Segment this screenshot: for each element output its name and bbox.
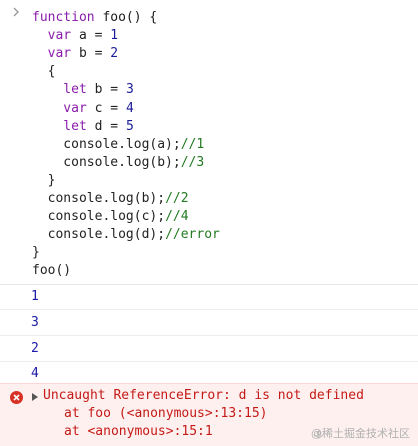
code-line: console.log(d);//error	[32, 226, 220, 244]
code-token: 2	[110, 46, 119, 62]
code-token: {	[32, 64, 56, 80]
code-line: {	[32, 63, 56, 81]
code-token: b =	[86, 82, 126, 98]
code-token: d =	[86, 118, 126, 134]
code-token: c =	[86, 100, 126, 116]
code-line: foo()	[32, 262, 71, 280]
code-token: let	[32, 82, 87, 98]
code-token: console.log(d);	[32, 227, 166, 243]
code-line: var b = 2	[32, 45, 118, 63]
code-line: }	[32, 172, 56, 190]
console-output-row[interactable]: 2	[0, 336, 418, 362]
code-token: console.log(c);	[32, 209, 166, 225]
stack-frame[interactable]: at foo (<anonymous>:13:15)	[64, 405, 268, 423]
code-line: console.log(b);//2	[32, 190, 189, 208]
code-token: function	[32, 10, 95, 25]
stack-frame[interactable]: at <anonymous>:15:1	[64, 423, 213, 441]
code-token: console.log(b);	[32, 191, 166, 206]
code-token: }	[32, 245, 40, 261]
console-input-entry[interactable]: function foo() { var a = 1 var b = 2 { l…	[0, 0, 418, 285]
code-token: 5	[125, 118, 134, 134]
output-value: 2	[31, 340, 39, 356]
output-value: 3	[31, 314, 39, 330]
code-token: var	[32, 46, 72, 62]
code-token: //error	[165, 227, 220, 243]
code-token: var	[32, 28, 72, 44]
code-token: }	[32, 172, 56, 188]
chevron-right-icon	[13, 7, 19, 17]
code-token: foo()	[32, 263, 72, 279]
code-token: //4	[165, 209, 189, 225]
console-output-row[interactable]: 1	[0, 284, 418, 310]
error-message-block[interactable]: Uncaught ReferenceError: d is not define…	[0, 383, 418, 446]
code-token: //3	[180, 154, 205, 170]
code-token: //1	[180, 136, 205, 152]
output-value: 1	[31, 289, 39, 304]
code-token: foo() {	[94, 10, 158, 25]
code-line: let d = 5	[32, 118, 134, 136]
code-token: console.log(b);	[32, 154, 181, 170]
code-line: console.log(a);//1	[32, 136, 204, 154]
code-line: var a = 1	[32, 27, 118, 45]
code-line: var c = 4	[32, 100, 134, 118]
code-line: }	[32, 244, 40, 262]
code-token: 4	[125, 100, 134, 116]
output-value: 4	[31, 366, 39, 382]
code-token: console.log(a);	[32, 136, 181, 152]
code-token: a =	[71, 28, 111, 44]
code-line: let b = 3	[32, 81, 134, 99]
console-output-row[interactable]: 3	[0, 310, 418, 336]
code-line: console.log(b);//3	[32, 154, 204, 172]
error-circle-icon	[10, 391, 23, 404]
expand-triangle-icon[interactable]	[32, 393, 38, 401]
code-token: 3	[125, 82, 134, 98]
code-token: b =	[71, 46, 111, 62]
code-line: console.log(c);//4	[32, 208, 189, 226]
code-token: let	[32, 118, 87, 134]
watermark-text: @稀土掘金技术社区	[310, 428, 410, 440]
error-text: Uncaught ReferenceError: d is not define…	[43, 388, 364, 403]
devtools-console: function foo() { var a = 1 var b = 2 { l…	[0, 0, 418, 446]
code-token: 1	[110, 28, 119, 44]
code-line: function foo() {	[32, 9, 157, 27]
code-token: var	[32, 100, 87, 116]
code-token: //2	[165, 191, 189, 206]
